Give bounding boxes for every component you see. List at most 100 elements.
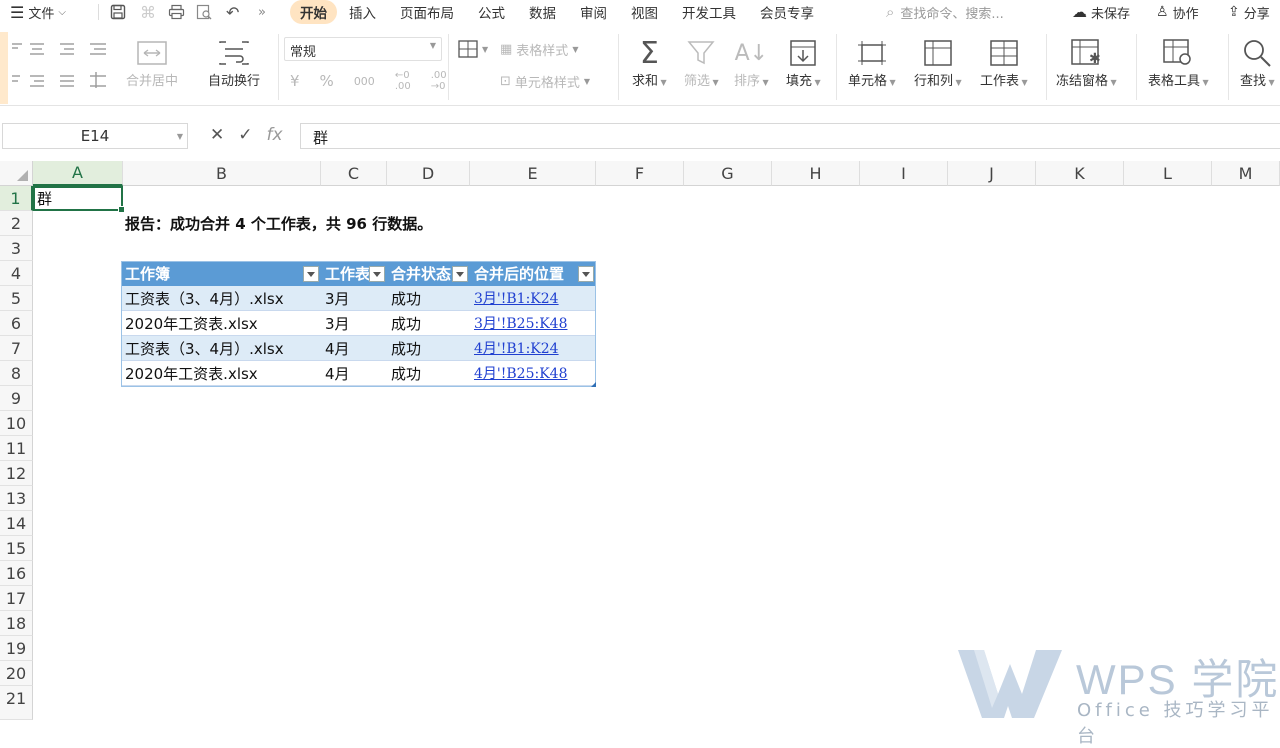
column-header-i[interactable]: I [860,161,948,186]
table-cell-location-link[interactable]: 4月'!B1:K24 [470,336,596,361]
column-header-k[interactable]: K [1036,161,1124,186]
table-cell-sheet[interactable]: 4月 [321,336,387,361]
table-style-button[interactable]: ▦ 表格样式 ▼ [500,40,578,59]
row-header[interactable]: 16 [0,561,33,586]
row-header[interactable]: 15 [0,536,33,561]
column-header-b[interactable]: B [123,161,321,186]
print-preview-icon[interactable] [196,4,213,20]
column-header-d[interactable]: D [387,161,470,186]
borders-button[interactable]: ▼ [458,40,488,58]
table-cell-status[interactable]: 成功 [387,361,470,386]
row-header[interactable]: 20 [0,661,33,686]
number-format-select[interactable]: 常规 ▼ [284,37,442,61]
tab-home[interactable]: 开始 [290,0,337,24]
table-header-status[interactable]: 合并状态 [387,261,470,286]
table-cell-workbook[interactable]: 工资表（3、4月）.xlsx [121,336,321,361]
collaborate-button[interactable]: ♙ 协作 [1156,3,1199,22]
fill-button[interactable]: 填充 ▼ [786,36,821,89]
table-header-sheet[interactable]: 工作表 [321,261,387,286]
filter-button[interactable]: 筛选 ▼ [684,36,719,89]
table-cell-workbook[interactable]: 工资表（3、4月）.xlsx [121,286,321,311]
active-cell-selection[interactable] [33,186,125,213]
find-button[interactable]: 查找 ▼ [1240,36,1275,89]
filter-dropdown-icon[interactable] [452,266,468,282]
name-box[interactable]: E14 ▼ [2,123,188,149]
row-header[interactable]: 14 [0,511,33,536]
tab-page-layout[interactable]: 页面布局 [390,0,464,24]
column-header-h[interactable]: H [772,161,860,186]
column-header-e[interactable]: E [470,161,596,186]
sort-button[interactable]: A↓ 排序 ▼ [734,36,769,90]
table-cell-status[interactable]: 成功 [387,311,470,336]
table-cell-workbook[interactable]: 2020年工资表.xlsx [121,311,321,336]
alignment-icons[interactable] [10,40,110,96]
row-header[interactable]: 9 [0,386,33,411]
auto-wrap-button[interactable]: 自动换行 [208,36,260,89]
row-header[interactable]: 8 [0,361,33,386]
row-header[interactable]: 2 [0,211,33,236]
tab-formulas[interactable]: 公式 [468,0,515,24]
format-painter-icon[interactable]: ⌘ [140,3,156,22]
merge-report-text[interactable]: 报告：成功合并 4 个工作表，共 96 行数据。 [125,211,432,236]
table-cell-location-link[interactable]: 4月'!B25:K48 [470,361,596,386]
row-header[interactable]: 11 [0,436,33,461]
row-col-button[interactable]: 行和列 ▼ [914,36,962,89]
file-menu[interactable]: ☰ 文件 ⌵ [10,3,66,22]
column-header-j[interactable]: J [948,161,1036,186]
table-cell-sheet[interactable]: 3月 [321,286,387,311]
row-header[interactable]: 7 [0,336,33,361]
cell-button[interactable]: 单元格 ▼ [848,36,896,89]
cancel-icon[interactable]: ✕ [210,125,224,145]
row-header[interactable]: 21 [0,686,33,720]
table-cell-status[interactable]: 成功 [387,336,470,361]
ribbon-scroll-left[interactable] [0,32,8,104]
select-all-corner[interactable] [0,161,33,186]
filter-dropdown-icon[interactable] [578,266,594,282]
confirm-icon[interactable]: ✓ [238,125,252,145]
number-format-tools[interactable]: ¥ % 000 ←0.00 .00 →0 [290,70,447,92]
row-header[interactable]: 4 [0,261,33,286]
print-icon[interactable] [168,4,185,20]
unsaved-status[interactable]: ☁ 未保存 [1072,3,1130,22]
filter-dropdown-icon[interactable] [369,266,385,282]
table-cell-sheet[interactable]: 4月 [321,361,387,386]
row-header[interactable]: 6 [0,311,33,336]
function-icon[interactable]: fx [267,125,283,145]
table-cell-location-link[interactable]: 3月'!B25:K48 [470,311,596,336]
save-icon[interactable] [110,4,126,20]
table-cell-sheet[interactable]: 3月 [321,311,387,336]
row-header[interactable]: 13 [0,486,33,511]
table-header-workbook[interactable]: 工作簿 [121,261,321,286]
freeze-panes-button[interactable]: ✱ 冻结窗格 ▼ [1056,36,1117,89]
share-button[interactable]: ⇪ 分享 [1228,3,1270,22]
sum-button[interactable]: Σ 求和 ▼ [632,36,667,90]
row-header[interactable]: 5 [0,286,33,311]
table-header-location[interactable]: 合并后的位置 [470,261,596,286]
tab-review[interactable]: 审阅 [570,0,617,24]
row-header[interactable]: 18 [0,611,33,636]
table-cell-status[interactable]: 成功 [387,286,470,311]
row-header[interactable]: 1 [0,186,33,211]
merge-center-button[interactable]: 合并居中 [126,36,178,89]
filter-dropdown-icon[interactable] [303,266,319,282]
row-header[interactable]: 10 [0,411,33,436]
tab-member[interactable]: 会员专享 [750,0,824,24]
column-header-c[interactable]: C [321,161,387,186]
table-tools-button[interactable]: 表格工具 ▼ [1148,36,1209,89]
tab-data[interactable]: 数据 [519,0,566,24]
table-cell-workbook[interactable]: 2020年工资表.xlsx [121,361,321,386]
table-cell-location-link[interactable]: 3月'!B1:K24 [470,286,596,311]
column-header-f[interactable]: F [596,161,684,186]
column-header-a[interactable]: A [33,161,123,186]
column-header-l[interactable]: L [1124,161,1212,186]
formula-input[interactable]: 群 [300,123,1280,149]
command-search[interactable]: ⌕ 查找命令、搜索... [886,3,1004,22]
tab-developer[interactable]: 开发工具 [672,0,746,24]
row-header[interactable]: 17 [0,586,33,611]
more-icon[interactable]: » [258,5,266,20]
row-header[interactable]: 19 [0,636,33,661]
tab-insert[interactable]: 插入 [339,0,386,24]
row-header[interactable]: 3 [0,236,33,261]
worksheet-button[interactable]: 工作表 ▼ [980,36,1028,89]
undo-icon[interactable]: ↶ [226,3,239,22]
